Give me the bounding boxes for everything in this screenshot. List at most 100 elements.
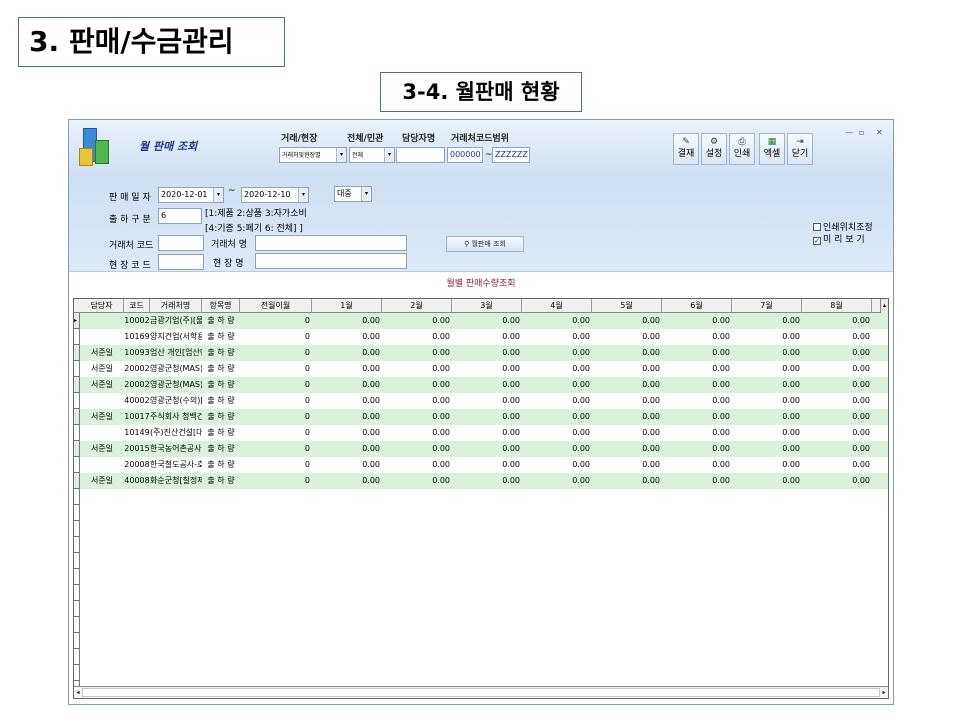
type-label: 거래/현장 <box>281 134 318 144</box>
customer-code-input[interactable] <box>158 235 204 251</box>
horizontal-scrollbar[interactable]: ◂ ▸ <box>74 686 888 698</box>
cell-code: 40002 <box>124 396 150 405</box>
minimize-button[interactable]: — <box>845 128 853 137</box>
table-row[interactable]: 서준일 20002영광군청(MAS)[영 출 하 량 0 0.00 0.00 0.00 0.0… <box>74 377 888 393</box>
column-header[interactable]: 5월 <box>592 299 662 313</box>
cell-month-5: 0.00 <box>642 444 660 453</box>
table-row[interactable]: 서준일 10093엄산 개인[엄산면 ; 출 하 량 0 0.00 0.00 0.00 0.0… <box>74 345 888 361</box>
cell-customer-name: 양지건업(서학용)[ <box>150 332 202 341</box>
column-header[interactable]: 코드 <box>124 299 150 313</box>
column-header[interactable]: 담당자 <box>80 299 124 313</box>
cell-month-8: 0.00 <box>852 428 870 437</box>
cell-month-4: 0.00 <box>572 316 590 325</box>
row-divider <box>74 616 80 617</box>
close-button[interactable]: ⇥ 닫기 <box>787 133 813 165</box>
column-header[interactable]: 6월 <box>662 299 732 313</box>
date-to-input[interactable]: 2020-12-10 ▾ <box>241 187 309 203</box>
cell-carry-over: 0 <box>304 316 310 325</box>
table-row[interactable]: 서준일 10017주식회사 청백건설 출 하 량 0 0.00 0.00 0.00 0.00 0… <box>74 409 888 425</box>
cell-month-3: 0.00 <box>502 348 520 357</box>
row-divider <box>74 392 80 393</box>
site-name-label: 현 장 명 <box>213 259 244 269</box>
cell-month-8: 0.00 <box>852 444 870 453</box>
table-row[interactable]: 10149(주)진산건설[대동! 출 하 량 0 0.00 0.00 0.00 0.00 0.… <box>74 425 888 441</box>
monthly-sales-query-button[interactable]: ⚲ 월판매 조회 <box>446 236 524 252</box>
column-header[interactable]: 4월 <box>522 299 592 313</box>
preview-checkbox[interactable]: ✓ 미 리 보 기 <box>813 232 865 245</box>
table-row[interactable]: 40002영광군청(수의)[군: 출 하 량 0 0.00 0.00 0.00 0.00 0.… <box>74 393 888 409</box>
scope-select[interactable]: 전체 ▾ <box>349 147 395 163</box>
cell-month-3: 0.00 <box>502 460 520 469</box>
scroll-left-icon[interactable]: ◂ <box>74 687 82 698</box>
column-header[interactable]: 7월 <box>732 299 802 313</box>
excel-button[interactable]: ▦ 엑셀 <box>759 133 785 165</box>
cell-month-2: 0.00 <box>432 428 450 437</box>
cell-carry-over: 0 <box>304 380 310 389</box>
cell-month-8: 0.00 <box>852 348 870 357</box>
column-header[interactable]: 8월 <box>802 299 872 313</box>
column-header[interactable]: 2월 <box>382 299 452 313</box>
cell-manager: 서준일 <box>90 476 114 485</box>
cell-month-6: 0.00 <box>712 348 730 357</box>
cell-manager: 서준일 <box>90 348 114 357</box>
grid-header: 담당자 코드 거래처명 항목명 전월이월 1월 2월 3월 4월 5월 6월 7월 8월 <box>74 299 888 313</box>
site-code-label: 현 장 코 드 <box>109 261 151 271</box>
cell-customer-name: 주식회사 청백건설 <box>150 412 202 421</box>
row-divider <box>74 360 80 361</box>
cell-month-8: 0.00 <box>852 332 870 341</box>
column-header[interactable]: 거래처명 <box>150 299 202 313</box>
ship-type-input[interactable]: 6 <box>158 208 202 224</box>
cell-month-4: 0.00 <box>572 380 590 389</box>
row-divider <box>74 632 80 633</box>
table-row[interactable]: 서준일 40008화순군청[칠정제매 출 하 량 0 0.00 0.00 0.00 0.00 0… <box>74 473 888 489</box>
manager-input[interactable] <box>396 147 445 163</box>
site-code-input[interactable] <box>158 254 204 270</box>
approve-button[interactable]: ✎ 결재 <box>673 133 699 165</box>
scroll-up-button[interactable]: ▴ <box>880 299 888 313</box>
cell-item: 출 하 량 <box>207 476 235 485</box>
table-row[interactable]: 10169양지건업(서학용)[출 하 량 0 0.00 0.00 0.00 0.00 0.0… <box>74 329 888 345</box>
cell-month-5: 0.00 <box>642 348 660 357</box>
table-row[interactable]: ▸10002금광기업(주)[물김.출 하 량00.000.000.000.000… <box>74 313 888 329</box>
range-to-input[interactable]: ZZZZZZ <box>492 147 530 163</box>
date-from-input[interactable]: 2020-12-01 ▾ <box>158 187 224 203</box>
cell-month-2: 0.00 <box>432 412 450 421</box>
site-name-input[interactable] <box>255 253 407 269</box>
type-select[interactable]: 거래처및현장별 ▾ <box>279 147 347 163</box>
date-label: 판 매 일 자 <box>109 193 151 203</box>
customer-name-label: 거래처 명 <box>211 240 247 250</box>
unit-select[interactable]: 대중 ▾ <box>334 186 372 202</box>
row-divider <box>74 680 80 681</box>
cell-manager: 서준일 <box>90 364 114 373</box>
scroll-right-icon[interactable]: ▸ <box>880 687 888 698</box>
cell-carry-over: 0 <box>304 460 310 469</box>
cell-customer-name: 한국철도공사-호남 <box>150 460 202 469</box>
cell-month-4: 0.00 <box>572 364 590 373</box>
ship-type-hint-2: [4:기증 5:폐기 6: 전체] ] <box>205 224 303 234</box>
maximize-button[interactable]: ▫ <box>859 128 864 137</box>
table-row[interactable]: 서준일 20002영광군청(MAS)[법 출 하 량 0 0.00 0.00 0.00 0.0… <box>74 361 888 377</box>
cell-item: 출 하 량 <box>207 412 235 421</box>
cell-month-1: 0.00 <box>362 412 380 421</box>
column-header[interactable]: 1월 <box>312 299 382 313</box>
cell-code: 10017 <box>124 412 150 421</box>
print-button[interactable]: ⎙ 인쇄 <box>729 133 755 165</box>
column-header[interactable]: 항목명 <box>202 299 240 313</box>
scroll-thumb[interactable] <box>82 688 880 697</box>
monthly-sales-window: 월 판매 조회 거래/현장 거래처및현장별 ▾ 전체/민관 전체 ▾ 담당자명 거래… <box>68 119 894 705</box>
cell-carry-over: 0 <box>304 428 310 437</box>
column-header[interactable]: 전월이월 <box>240 299 312 313</box>
cell-month-3: 0.00 <box>502 332 520 341</box>
table-row[interactable]: 20008한국철도공사-호남 출 하 량 0 0.00 0.00 0.00 0.00 0.00… <box>74 457 888 473</box>
window-topbar: 월 판매 조회 거래/현장 거래처및현장별 ▾ 전체/민관 전체 ▾ 담당자명 거래… <box>69 120 893 180</box>
table-row[interactable]: 서준일 20015한국농어촌공사 강: 출 하 량 0 0.00 0.00 0.00 0.00… <box>74 441 888 457</box>
cell-month-2: 0.00 <box>432 316 450 325</box>
cell-month-2: 0.00 <box>432 380 450 389</box>
column-header[interactable]: 3월 <box>452 299 522 313</box>
customer-name-input[interactable] <box>255 235 407 251</box>
exit-icon: ⇥ <box>796 137 804 147</box>
print-icon: ⎙ <box>738 137 746 147</box>
range-from-input[interactable]: 000000 <box>447 147 483 163</box>
window-close-button[interactable]: ✕ <box>876 128 883 137</box>
settings-button[interactable]: ⚙ 설정 <box>701 133 727 165</box>
